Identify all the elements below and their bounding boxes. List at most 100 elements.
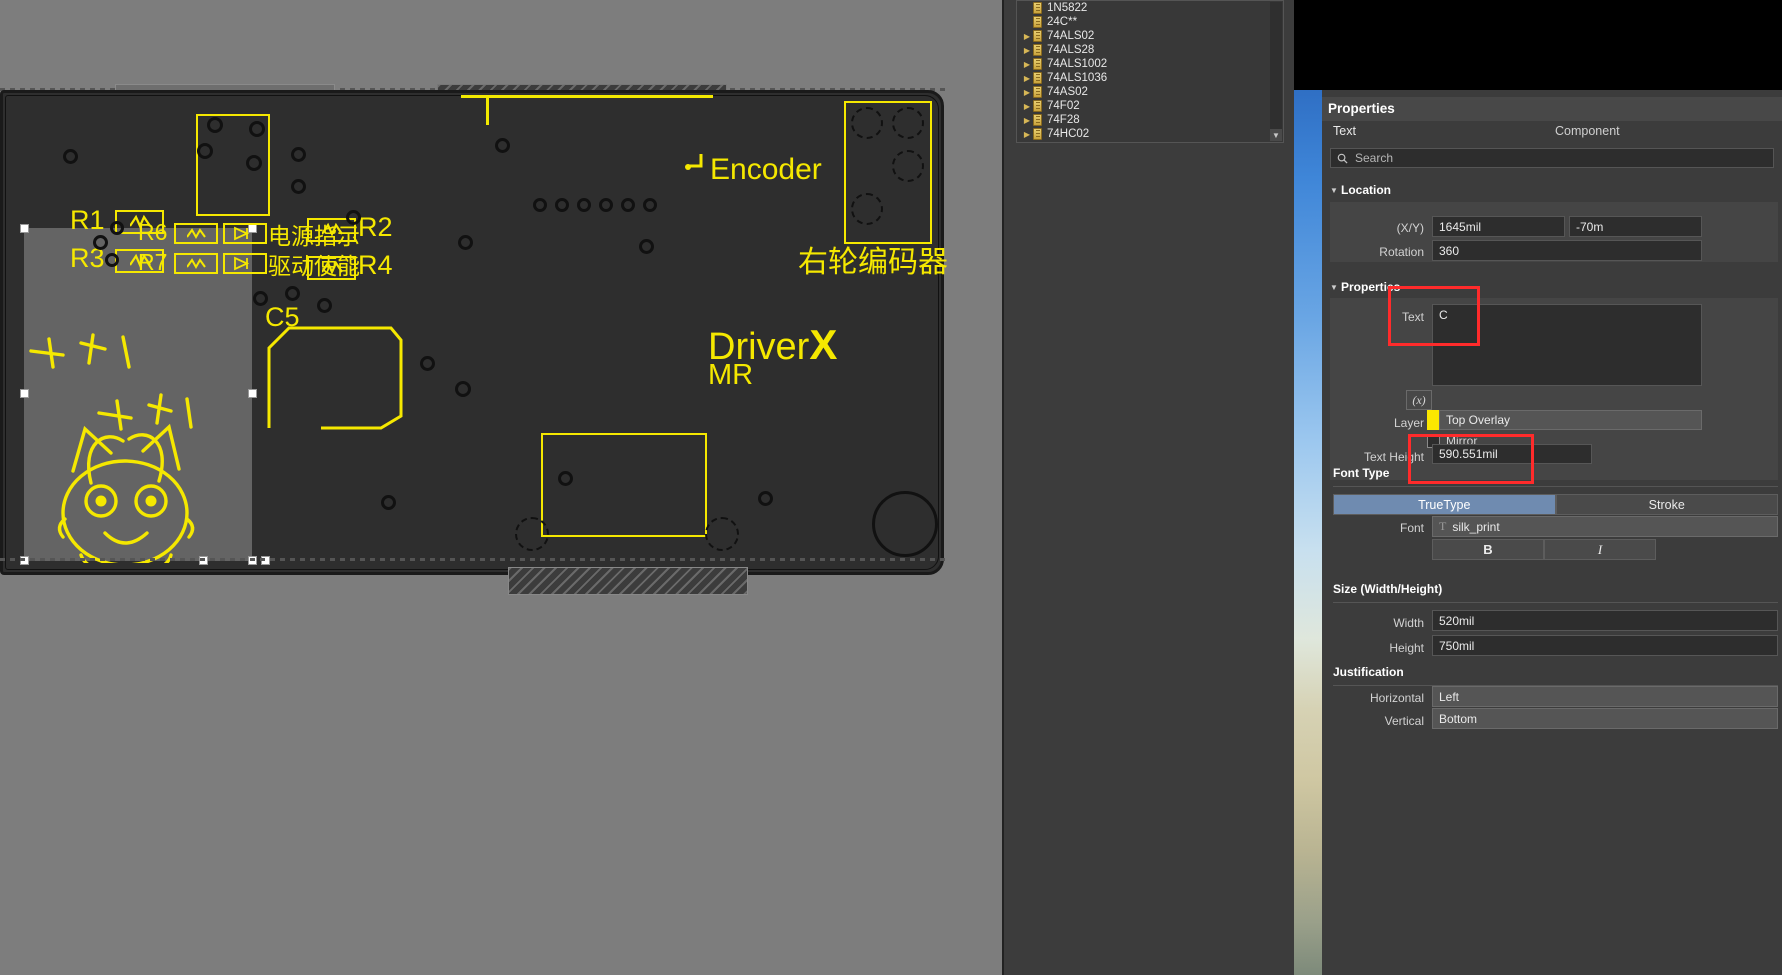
- height-input[interactable]: 750mil: [1432, 635, 1778, 656]
- silk-label-power-indicator: 电源指示: [268, 223, 360, 249]
- x-coordinate-input[interactable]: 1645mil: [1432, 216, 1565, 237]
- pad: [892, 107, 924, 139]
- tree-item[interactable]: 24C**: [1017, 15, 1283, 29]
- via: [249, 121, 265, 137]
- tree-item[interactable]: 1N5822: [1017, 1, 1283, 15]
- chevron-right-icon[interactable]: ▶: [1021, 74, 1033, 83]
- chevron-right-icon[interactable]: ▶: [1021, 102, 1033, 111]
- tree-item[interactable]: ▶ 74ALS28: [1017, 43, 1283, 57]
- via: [533, 198, 547, 212]
- tree-item[interactable]: ▶ 74F28: [1017, 113, 1283, 127]
- tree-item[interactable]: ▶ 74F02: [1017, 99, 1283, 113]
- font-type-truetype[interactable]: TrueType: [1333, 494, 1556, 515]
- tab-component[interactable]: Component: [1555, 124, 1620, 138]
- tree-item-label: 74AS02: [1047, 86, 1088, 98]
- bold-button[interactable]: B: [1432, 539, 1544, 560]
- chevron-right-icon[interactable]: ▶: [1021, 130, 1033, 139]
- mech-hatch-bottom: [508, 567, 748, 595]
- italic-button[interactable]: I: [1544, 539, 1656, 560]
- properties-panel-title: Properties: [1322, 97, 1782, 121]
- rotation-input[interactable]: 360: [1432, 240, 1702, 261]
- led-triangle-icon: [234, 256, 250, 271]
- silk-label-encoder: Encoder: [710, 153, 822, 186]
- via: [643, 198, 657, 212]
- y-coordinate-input[interactable]: -70m: [1569, 216, 1702, 237]
- font-select[interactable]: T silk_print: [1432, 516, 1778, 537]
- desktop-wallpaper: [1294, 90, 1322, 975]
- tree-item[interactable]: ▶ 74ALS02: [1017, 29, 1283, 43]
- tree-item-label: 74ALS1002: [1047, 58, 1108, 70]
- tab-text[interactable]: Text: [1333, 124, 1356, 138]
- silk-label-r6: R6: [138, 219, 168, 245]
- layer-select[interactable]: Top Overlay: [1439, 410, 1702, 430]
- section-location-label: Location: [1341, 183, 1391, 197]
- font-icon: T: [1439, 519, 1447, 533]
- ic-chip-icon: [1033, 2, 1042, 14]
- tree-item-label: 74F28: [1047, 114, 1080, 126]
- highlight-box-text-height: [1408, 434, 1534, 484]
- via: [317, 298, 332, 313]
- silk-line: [461, 95, 713, 98]
- add-parameter-button[interactable]: (x): [1406, 390, 1432, 410]
- component-library-panel[interactable]: 1N5822 24C** ▶ 74ALS02 ▶ 74ALS28 ▶ 74ALS…: [1002, 0, 1294, 975]
- tree-item[interactable]: ▶ 74HC02: [1017, 127, 1283, 141]
- divider: [1333, 602, 1778, 603]
- properties-panel[interactable]: Properties Text Component Search ▼ Locat…: [1322, 90, 1782, 975]
- chevron-right-icon[interactable]: ▶: [1021, 46, 1033, 55]
- silk-label-r2: R2: [358, 212, 393, 242]
- search-input[interactable]: Search: [1330, 148, 1774, 168]
- via: [291, 147, 306, 162]
- horizontal-justification-select[interactable]: Left: [1432, 686, 1778, 707]
- silk-label-right-wheel-encoder: 右轮编码器: [798, 246, 948, 279]
- silk-label-driver-enable: 驱动使能: [268, 253, 360, 279]
- section-font-type-label: Font Type: [1333, 466, 1390, 480]
- via: [555, 198, 569, 212]
- tree-scrollbar[interactable]: [1270, 2, 1282, 141]
- section-font-type: Font Type: [1333, 466, 1389, 480]
- chevron-right-icon[interactable]: ▶: [1021, 32, 1033, 41]
- via: [207, 117, 223, 133]
- via: [105, 253, 119, 267]
- library-component-tree[interactable]: 1N5822 24C** ▶ 74ALS02 ▶ 74ALS28 ▶ 74ALS…: [1016, 0, 1284, 143]
- scroll-down-icon[interactable]: ▼: [1270, 129, 1282, 141]
- ic-chip-icon: [1033, 128, 1042, 140]
- ic-chip-icon: [1033, 58, 1042, 70]
- connector-outline: [267, 326, 403, 430]
- silkscreen-artwork: [29, 333, 195, 563]
- ic-chip-icon: [1033, 30, 1042, 42]
- ic-chip-icon: [1033, 44, 1042, 56]
- horizontal-label: Horizontal: [1369, 691, 1424, 705]
- pcb-board[interactable]: R1 R3 R2 R4 R6 电源指示 R7 驱动使能 C5 Encoder 右…: [0, 90, 948, 575]
- vertical-label: Vertical: [1384, 714, 1424, 728]
- search-placeholder-label: Search: [1355, 151, 1394, 165]
- properties-tabs[interactable]: Text Component: [1322, 121, 1782, 143]
- chevron-right-icon[interactable]: ▶: [1021, 116, 1033, 125]
- tree-item[interactable]: ▶ 74ALS1036: [1017, 71, 1283, 85]
- tree-item-label: 24C**: [1047, 16, 1078, 28]
- section-location[interactable]: ▼ Location: [1330, 183, 1391, 197]
- via: [495, 138, 510, 153]
- chevron-down-icon[interactable]: ▼: [1330, 283, 1341, 292]
- font-type-stroke[interactable]: Stroke: [1555, 494, 1778, 515]
- silk-label-r4: R4: [358, 250, 393, 280]
- tree-item[interactable]: ▶ 74ALS1002: [1017, 57, 1283, 71]
- vertical-justification-select[interactable]: Bottom: [1432, 708, 1778, 729]
- divider: [1333, 486, 1778, 487]
- selection-handle[interactable]: [248, 389, 257, 398]
- font-value-label: silk_print: [1452, 519, 1500, 534]
- chevron-down-icon[interactable]: ▼: [1330, 186, 1341, 195]
- resistor-zigzag-icon: [187, 258, 206, 270]
- via: [346, 210, 361, 225]
- ic-chip-icon: [1033, 72, 1042, 84]
- chevron-right-icon[interactable]: ▶: [1021, 60, 1033, 69]
- tree-item-label: 74HC02: [1047, 128, 1090, 140]
- width-input[interactable]: 520mil: [1432, 610, 1778, 631]
- ic-chip-icon: [1033, 100, 1042, 112]
- ic-chip-icon: [1033, 16, 1042, 28]
- font-type-toggle[interactable]: TrueType Stroke: [1333, 494, 1778, 515]
- tree-item[interactable]: ▶ 74AS02: [1017, 85, 1283, 99]
- pcb-design-canvas[interactable]: R1 R3 R2 R4 R6 电源指示 R7 驱动使能 C5 Encoder 右…: [0, 0, 1002, 975]
- rotation-label: Rotation: [1379, 245, 1424, 259]
- chevron-right-icon[interactable]: ▶: [1021, 88, 1033, 97]
- selection-handle[interactable]: [20, 224, 29, 233]
